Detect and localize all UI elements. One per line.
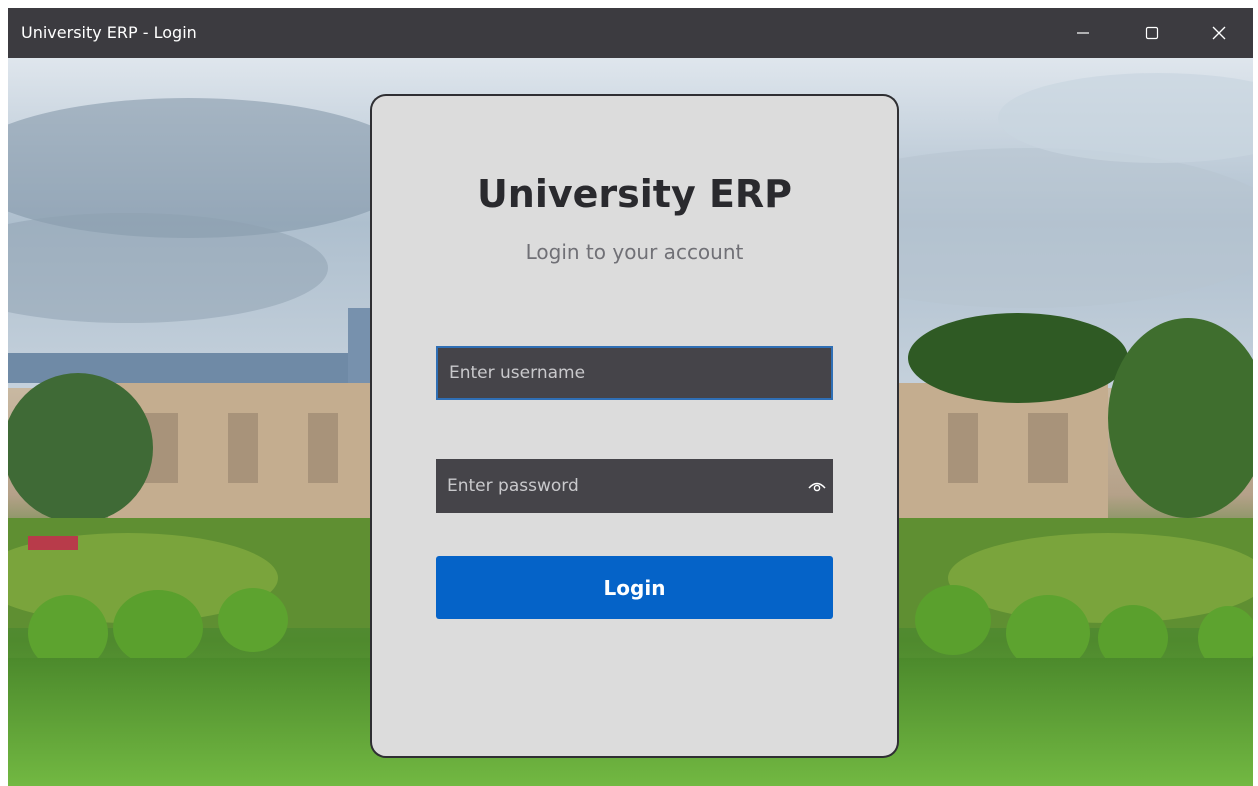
eye-icon[interactable] — [807, 476, 827, 496]
password-input[interactable] — [436, 459, 833, 513]
login-screen: University ERP Login to your account Log… — [8, 58, 1253, 786]
minimize-icon — [1077, 32, 1089, 34]
username-field[interactable] — [436, 346, 833, 400]
close-button[interactable] — [1189, 8, 1253, 58]
login-button[interactable]: Login — [436, 556, 833, 619]
app-window: University ERP - Login University ERP Lo… — [8, 8, 1253, 786]
minimize-button[interactable] — [1053, 8, 1117, 58]
close-icon — [1212, 26, 1226, 40]
card-title: University ERP — [476, 172, 793, 216]
maximize-button[interactable] — [1122, 8, 1186, 58]
window-title: University ERP - Login — [21, 23, 197, 42]
login-card: University ERP Login to your account Log… — [372, 96, 897, 756]
password-field[interactable] — [436, 459, 833, 513]
username-input[interactable] — [438, 348, 831, 398]
title-bar[interactable]: University ERP - Login — [8, 8, 1253, 58]
maximize-icon — [1145, 26, 1159, 40]
card-subtitle: Login to your account — [525, 240, 744, 264]
